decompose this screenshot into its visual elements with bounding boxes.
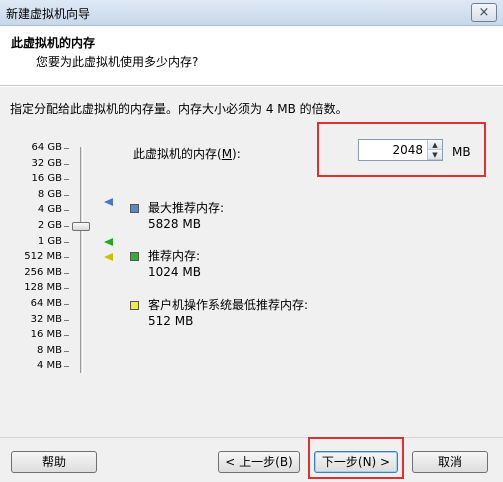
scale-label: 16 GB — [31, 173, 62, 185]
scale-tick — [64, 335, 69, 337]
recommended-swatch — [130, 252, 139, 261]
scale-tick — [64, 272, 69, 274]
scale-tick — [64, 241, 69, 243]
instruction-text: 指定分配给此虚拟机的内存量。内存大小必须为 4 MB 的倍数。 — [10, 102, 348, 116]
legend-value: 512 MB — [148, 314, 194, 328]
minimum-recommended-swatch — [130, 301, 139, 310]
help-button[interactable]: 帮助 — [11, 451, 97, 473]
scale-label: 4 GB — [37, 204, 62, 216]
max-recommended-marker-icon — [104, 198, 113, 206]
scale-tick — [64, 304, 69, 305]
legend-value: 1024 MB — [148, 265, 201, 279]
back-button[interactable]: < 上一步(B) — [218, 451, 300, 473]
close-icon: × — [478, 5, 490, 20]
recommended-marker-icon — [104, 238, 113, 246]
minimum-recommended-info: 客户机操作系统最低推荐内存: 512 MB — [148, 297, 308, 329]
close-button[interactable]: × — [471, 3, 497, 22]
scale-tick — [64, 350, 69, 352]
page-title: 此虚拟机的内存 — [11, 36, 96, 50]
legend-title: 客户机操作系统最低推荐内存: — [148, 298, 309, 312]
scale-label: 64 MB — [30, 298, 62, 309]
scale-label: 32 MB — [30, 313, 62, 325]
content-panel: 指定分配给此虚拟机的内存量。内存大小必须为 4 MB 的倍数。 64 GB 32 … — [0, 87, 503, 437]
legend-title: 最大推荐内存: — [148, 201, 225, 215]
scale-label: 1 GB — [37, 235, 62, 247]
wizard-header: 此虚拟机的内存 您要为此虚拟机使用多少内存? — [0, 26, 503, 86]
minimum-recommended-marker-icon — [104, 253, 113, 261]
wizard-footer: 帮助 < 上一步(B) 下一步(N) > 取消 — [0, 437, 503, 482]
scale-label: 2 GB — [37, 220, 62, 231]
memory-slider-track[interactable] — [80, 147, 83, 373]
scale-tick — [64, 179, 69, 181]
scale-label: 64 GB — [31, 142, 62, 153]
scale-tick — [64, 288, 69, 290]
scale-tick — [64, 163, 69, 165]
legend-value: 5828 MB — [148, 217, 201, 231]
scale-label: 256 MB — [24, 266, 62, 278]
scale-tick — [64, 148, 69, 149]
cancel-button[interactable]: 取消 — [412, 451, 488, 473]
scale-tick — [64, 210, 69, 212]
window-title: 新建虚拟机向导 — [6, 7, 91, 21]
scale-tick — [64, 319, 69, 321]
scale-label: 8 GB — [37, 188, 62, 200]
legend-title: 推荐内存: — [148, 249, 201, 263]
scale-label: 8 MB — [36, 344, 62, 356]
title-bar: 新建虚拟机向导 × — [0, 0, 503, 26]
highlight-box-next — [308, 437, 404, 479]
scale-tick — [64, 366, 69, 368]
max-recommended-swatch — [130, 204, 139, 213]
page-subtitle: 您要为此虚拟机使用多少内存? — [36, 55, 199, 69]
max-recommended-info: 最大推荐内存: 5828 MB — [148, 200, 224, 232]
scale-label: 4 MB — [36, 360, 62, 372]
scale-label: 32 GB — [31, 157, 62, 169]
scale-label: 128 MB — [24, 282, 62, 294]
memory-label: 此虚拟机的内存(M): — [133, 147, 241, 161]
scale-tick — [64, 257, 69, 259]
scale-tick — [64, 226, 69, 227]
scale-label: 512 MB — [24, 251, 62, 263]
highlight-box-memory — [317, 122, 486, 177]
scale-tick — [64, 194, 69, 196]
recommended-info: 推荐内存: 1024 MB — [148, 248, 201, 280]
memory-slider-thumb[interactable] — [72, 222, 90, 231]
scale-label: 16 MB — [30, 329, 62, 341]
